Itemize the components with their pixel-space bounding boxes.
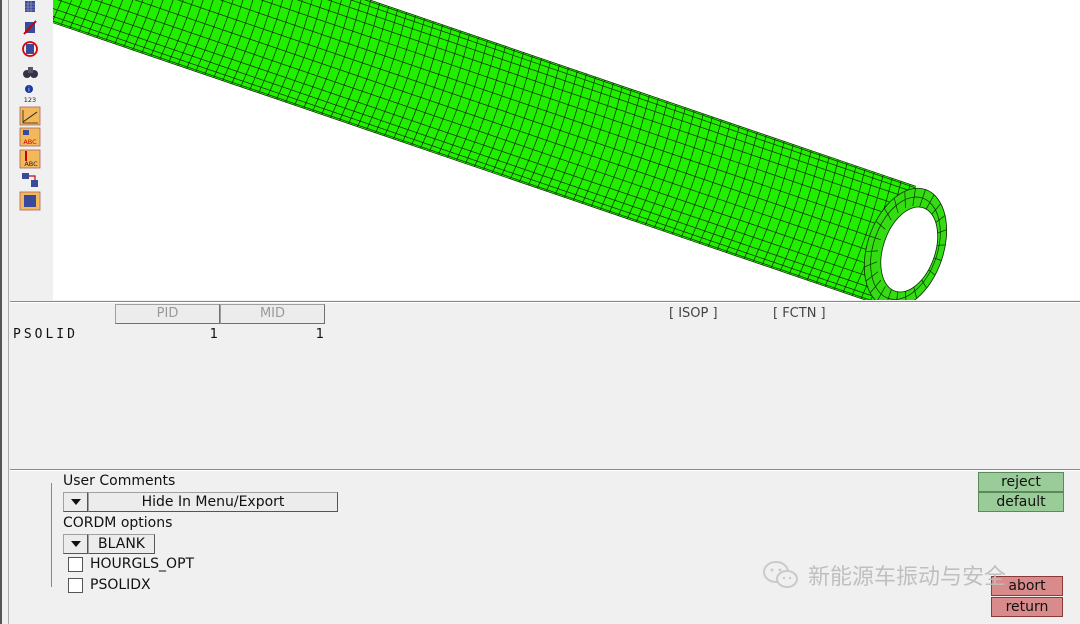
window-border [0,0,2,624]
card-name: PSOLID [13,327,78,342]
distance-plot-icon[interactable] [19,106,41,126]
hourgls-opt-label: HOURGLS_OPT [90,556,195,572]
label-abc-icon[interactable]: ABC [19,127,41,147]
pid-column-header[interactable]: PID [115,304,220,324]
options-tree-line [51,483,52,587]
user-comments-label: User Comments [63,473,176,489]
chevron-down-icon [70,541,81,547]
window-inner-border [8,0,9,624]
panel-divider-highlight [10,302,1080,303]
psolidx-checkbox[interactable] [68,578,83,593]
options-divider-highlight [10,470,1080,471]
vertical-label-abc-icon[interactable]: ABC [19,149,41,169]
tube-body [53,0,917,300]
isop-column-label: [ ISOP ] [669,306,718,321]
tube-mesh [53,0,948,300]
section-cut-icon[interactable] [19,18,41,38]
wechat-icon [763,561,798,588]
vertical-toolbar: i 123 ABC ABC [17,0,45,215]
transform-icon[interactable] [19,170,41,190]
info-123-icon[interactable]: i 123 [19,83,41,104]
pid-value[interactable]: 1 [178,327,218,342]
return-button[interactable]: return [991,597,1063,617]
binoculars-icon[interactable] [19,62,41,82]
mid-column-header[interactable]: MID [220,304,325,324]
hide-option-select[interactable]: Hide In Menu/Export [88,492,338,512]
label-abc-text: ABC [23,138,37,146]
watermark: 新能源车振动与安全 [762,559,1006,591]
chevron-down-icon [70,499,81,505]
cordm-options-label: CORDM options [63,515,173,531]
psolidx-label: PSOLIDX [90,577,151,593]
fctn-column-label: [ FCTN ] [773,306,826,321]
hide-option-dropdown-button[interactable] [63,492,88,512]
mid-value[interactable]: 1 [284,327,324,342]
image-icon[interactable] [19,191,41,211]
vertical-label-abc-text: ABC [24,160,38,168]
no-entry-icon[interactable] [19,40,41,60]
watermark-text: 新能源车振动与安全 [808,565,1007,590]
element-table-icon[interactable] [19,0,41,20]
default-button[interactable]: default [978,492,1064,512]
hourgls-opt-checkbox[interactable] [68,557,83,572]
cordm-dropdown-button[interactable] [63,534,88,554]
graphics-viewport[interactable] [53,0,1080,300]
reject-button[interactable]: reject [978,472,1064,492]
cordm-select[interactable]: BLANK [88,534,155,554]
info-123-text: 123 [24,96,36,104]
